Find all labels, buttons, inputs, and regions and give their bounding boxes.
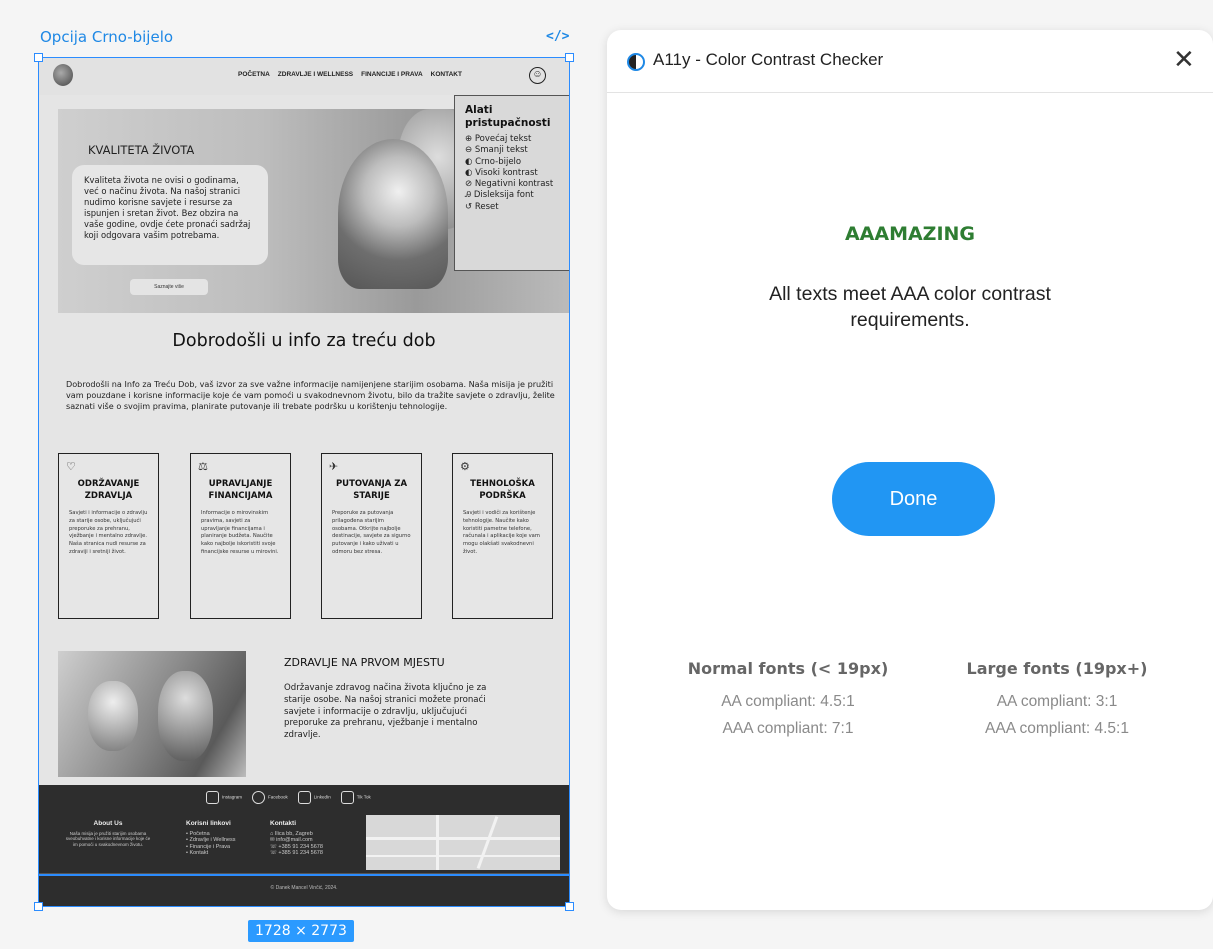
normal-fonts-title: Normal fonts (< 19px) (687, 659, 889, 678)
site-nav: POČETNA ZDRAVLJE I WELLNESS FINANCIJE I … (38, 57, 570, 95)
card-health[interactable]: ♡ ODRŽAVANJE ZDRAVLJA Savjeti i informac… (58, 453, 159, 619)
card-text: Informacije o mirovinskim pravima, savje… (201, 510, 279, 555)
contrast-message: All texts meet AAA color contrast requir… (769, 283, 1051, 331)
large-fonts-stats: Large fonts (19px+) AA compliant: 3:1 AA… (957, 659, 1157, 742)
social-label: Instagram (222, 794, 243, 800)
facebook-link[interactable]: Facebook (252, 791, 288, 804)
contrast-verdict: AAAMAZING (844, 223, 976, 245)
footer-copyright: © Danek Mancel Vinčić, 2024. (270, 885, 338, 891)
heart-icon: ♡ (66, 460, 76, 473)
footer-about-title: About Us (93, 820, 123, 827)
close-icon[interactable]: ✕ (1173, 47, 1195, 73)
social-label: Facebook (268, 794, 288, 800)
normal-fonts-stats: Normal fonts (< 19px) AA compliant: 4.5:… (683, 659, 893, 742)
map-road (366, 855, 560, 857)
accessibility-tools-title: Alati pristupačnosti (465, 104, 551, 129)
footer-about: About Us Naša misija je pružiti starijim… (64, 820, 152, 847)
welcome-heading: Dobrodošli u info za treću dob (172, 331, 436, 351)
facebook-icon (252, 791, 266, 804)
footer-about-text: Naša misija je pružiti starijim osobama … (65, 830, 151, 847)
footer-map[interactable] (366, 815, 560, 870)
resize-handle[interactable] (565, 902, 574, 911)
map-road (476, 816, 499, 869)
social-label: LinkedIn (313, 794, 331, 800)
code-icon[interactable]: </> (546, 29, 569, 44)
gear-icon: ⚙ (460, 460, 470, 473)
instagram-icon (206, 791, 219, 804)
contrast-icon (627, 53, 645, 71)
selection-guide-line (38, 874, 570, 876)
scale-icon: ⚖ (198, 460, 208, 473)
resize-handle[interactable] (34, 902, 43, 911)
welcome-text: Dobrodošli na Info za Treću Dob, vaš izv… (66, 379, 555, 411)
contrast-checker-panel: A11y - Color Contrast Checker ✕ AAAMAZIN… (607, 30, 1213, 910)
dyslexia-font-option[interactable]: Ꭿ Disleksija font (465, 190, 559, 201)
card-title: UPRAVLJANJE FINANCIJAMA (208, 479, 273, 501)
card-tech[interactable]: ⚙ TEHNOLOŠKA PODRŠKA Savjeti i vodiči za… (452, 453, 553, 619)
large-fonts-aaa: AAA compliant: 4.5:1 (985, 720, 1129, 737)
site-logo[interactable] (53, 64, 73, 86)
website-frame[interactable]: POČETNA ZDRAVLJE I WELLNESS FINANCIJE I … (38, 57, 570, 907)
instagram-link[interactable]: Instagram (206, 791, 242, 804)
nav-item-finance[interactable]: FINANCIJE I PRAVA (361, 71, 423, 78)
card-text: Savjeti i vodiči za korištenje tehnologi… (463, 510, 540, 555)
tiktok-link[interactable]: Tik Tok (340, 791, 371, 804)
negative-contrast-option[interactable]: ⊘ Negativni kontrast (465, 179, 559, 190)
increase-text-option[interactable]: ⊕ Povećaj tekst (465, 134, 559, 145)
frame-label[interactable]: Opcija Crno-bijelo (40, 28, 173, 46)
decrease-text-option[interactable]: ⊖ Smanji tekst (465, 145, 559, 156)
footer-link[interactable]: • Kontakt (186, 850, 236, 857)
social-links: Instagram Facebook LinkedIn Tik Tok (206, 791, 371, 804)
hero-title: KVALITETA ŽIVOTA (88, 143, 195, 157)
footer-link[interactable]: • Zdravlje i Wellness (186, 837, 236, 844)
card-finance[interactable]: ⚖ UPRAVLJANJE FINANCIJAMA Informacije o … (190, 453, 291, 619)
panel-header: A11y - Color Contrast Checker ✕ (607, 30, 1213, 93)
health-image-person (158, 671, 213, 761)
map-road (366, 837, 560, 840)
map-road (436, 815, 439, 870)
nav-menu: POČETNA ZDRAVLJE I WELLNESS FINANCIJE I … (238, 71, 462, 78)
card-text: Preporuke za putovanja prilagođena stari… (332, 510, 411, 555)
learn-more-button[interactable]: Saznajte više (130, 279, 208, 295)
card-title: ODRŽAVANJE ZDRAVLJA (77, 479, 140, 501)
footer-links: Korisni linkovi • Početna • Zdravlje i W… (186, 820, 236, 857)
nav-item-health[interactable]: ZDRAVLJE I WELLNESS (278, 71, 353, 78)
linkedin-icon (297, 791, 311, 804)
footer-contact-phone[interactable]: ☏ +385 91 234 5678 (270, 850, 323, 857)
high-contrast-option[interactable]: ◐ Visoki kontrast (465, 168, 559, 179)
footer-contacts: Kontakti ⌂ Ilica bb, Zagreb ✉ info@mail.… (270, 820, 323, 857)
accessibility-tools-panel: Alati pristupačnosti ⊕ Povećaj tekst ⊖ S… (454, 95, 570, 271)
linkedin-link[interactable]: LinkedIn (297, 791, 331, 804)
resize-handle[interactable] (565, 53, 574, 62)
grayscale-option[interactable]: ◐ Crno-bijelo (465, 157, 559, 168)
card-travel[interactable]: ✈ PUTOVANJA ZA STARIJE Preporuke za puto… (321, 453, 422, 619)
footer-links-title: Korisni linkovi (186, 820, 231, 827)
social-label: Tik Tok (356, 794, 371, 800)
nav-item-contact[interactable]: KONTAKT (431, 71, 462, 78)
site-footer: Instagram Facebook LinkedIn Tik Tok Abou… (38, 785, 570, 907)
panel-title: A11y - Color Contrast Checker (653, 50, 884, 69)
plane-icon: ✈ (329, 460, 339, 473)
tiktok-icon (340, 791, 354, 804)
done-button[interactable]: Done (832, 462, 995, 536)
footer-contacts-title: Kontakti (270, 820, 296, 827)
health-heading: ZDRAVLJE NA PRVOM MJESTU (284, 656, 445, 669)
health-text: Održavanje zdravog načina života ključno… (284, 683, 487, 741)
large-fonts-title: Large fonts (19px+) (966, 659, 1148, 678)
normal-fonts-aa: AA compliant: 4.5:1 (721, 693, 855, 710)
card-title: PUTOVANJA ZA STARIJE (335, 479, 408, 501)
accessibility-icon[interactable]: ☺ (529, 67, 546, 84)
nav-item-home[interactable]: POČETNA (238, 71, 270, 78)
hero-image-man (338, 139, 448, 289)
large-fonts-aa: AA compliant: 3:1 (996, 693, 1118, 710)
card-title: TEHNOLOŠKA PODRŠKA (470, 479, 535, 501)
reset-option[interactable]: ↺ Reset (465, 202, 559, 213)
hero-text: Kvaliteta života ne ovisi o godinama, ve… (72, 165, 268, 265)
health-image (58, 651, 246, 777)
normal-fonts-aaa: AAA compliant: 7:1 (722, 720, 854, 737)
card-text: Savjeti i informacije o zdravlju za star… (69, 510, 148, 555)
resize-handle[interactable] (34, 53, 43, 62)
health-image-person (88, 681, 138, 751)
dimensions-badge: 1728 × 2773 (248, 920, 354, 942)
